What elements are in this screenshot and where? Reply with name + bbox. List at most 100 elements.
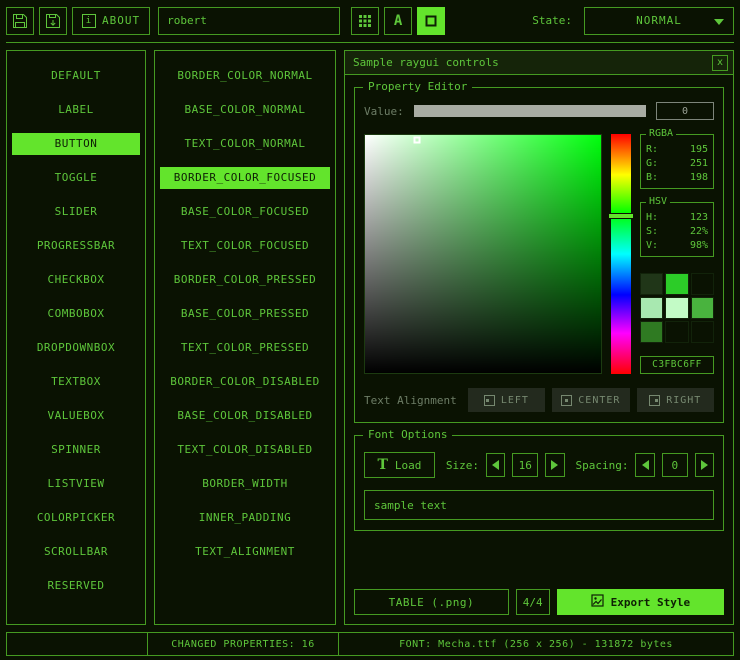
state-dropdown[interactable]: NORMAL — [584, 7, 734, 35]
save-style-button[interactable] — [39, 7, 67, 35]
floppy-disk-icon — [12, 13, 28, 29]
red-value: 195 — [690, 143, 708, 157]
property-item-text_color_focused[interactable]: TEXT_COLOR_FOCUSED — [160, 235, 330, 257]
size-value-box[interactable]: 16 — [512, 453, 538, 477]
state-group: State: NORMAL — [532, 7, 734, 35]
palette-swatch-0[interactable] — [640, 273, 663, 295]
style-name-input[interactable] — [158, 7, 340, 35]
hex-value-box[interactable]: C3FBC6FF — [640, 356, 714, 374]
hue-slider-handle[interactable] — [608, 213, 634, 219]
rgba-title: RGBA — [646, 128, 676, 139]
control-item-reserved[interactable]: RESERVED — [12, 575, 140, 597]
property-item-border_color_pressed[interactable]: BORDER_COLOR_PRESSED — [160, 269, 330, 291]
saturation-value-row: S: 22% — [646, 225, 708, 239]
value-box[interactable]: 0 — [656, 102, 714, 120]
property-item-text_alignment[interactable]: TEXT_ALIGNMENT — [160, 541, 330, 563]
property-item-text_color_pressed[interactable]: TEXT_COLOR_PRESSED — [160, 337, 330, 359]
property-item-base_color_normal[interactable]: BASE_COLOR_NORMAL — [160, 99, 330, 121]
palette-swatch-7[interactable] — [665, 321, 688, 343]
property-item-base_color_disabled[interactable]: BASE_COLOR_DISABLED — [160, 405, 330, 427]
close-button[interactable]: x — [712, 55, 728, 71]
spacing-value-box[interactable]: 0 — [662, 453, 688, 477]
font-atlas-view-button[interactable]: A — [384, 7, 412, 35]
sample-controls-window: Sample raygui controls x Property Editor… — [344, 50, 734, 625]
control-item-valuebox[interactable]: VALUEBOX — [12, 405, 140, 427]
property-item-inner_padding[interactable]: INNER_PADDING — [160, 507, 330, 529]
toolbar: i ABOUT A — [6, 6, 734, 43]
control-item-button[interactable]: BUTTON — [12, 133, 140, 155]
control-item-textbox[interactable]: TEXTBOX — [12, 371, 140, 393]
align-left-label: LEFT — [501, 395, 529, 406]
palette-swatch-1[interactable] — [665, 273, 688, 295]
font-load-button[interactable]: T Load — [364, 452, 435, 478]
property-item-text_color_normal[interactable]: TEXT_COLOR_NORMAL — [160, 133, 330, 155]
control-item-dropdownbox[interactable]: DROPDOWNBOX — [12, 337, 140, 359]
palette-swatch-6[interactable] — [640, 321, 663, 343]
size-value-text: 16 — [519, 459, 532, 472]
size-decrement-button[interactable] — [486, 453, 505, 477]
palette-swatch-8[interactable] — [691, 321, 714, 343]
grid-icon — [358, 14, 372, 28]
green-value: 251 — [690, 157, 708, 171]
palette-swatch-4[interactable] — [665, 297, 688, 319]
style-table-view-button[interactable] — [351, 7, 379, 35]
control-item-label[interactable]: LABEL — [12, 99, 140, 121]
pages-value-text: 4/4 — [523, 596, 543, 609]
export-style-button[interactable]: Export Style — [557, 589, 724, 615]
property-item-border_color_normal[interactable]: BORDER_COLOR_NORMAL — [160, 65, 330, 87]
value-slider[interactable] — [414, 105, 646, 117]
color-panel[interactable] — [364, 134, 602, 374]
control-item-progressbar[interactable]: PROGRESSBAR — [12, 235, 140, 257]
spacing-value-text: 0 — [671, 459, 678, 472]
text-alignment-label: Text Alignment — [364, 394, 457, 407]
color-info-column: RGBA R: 195 G: 251 B: 198 — [640, 134, 714, 374]
palette-swatch-2[interactable] — [691, 273, 714, 295]
color-panel-cursor[interactable] — [413, 136, 420, 143]
green-value-row: G: 251 — [646, 157, 708, 171]
about-button[interactable]: i ABOUT — [72, 7, 150, 35]
spacing-increment-button[interactable] — [695, 453, 714, 477]
statusbar: CHANGED PROPERTIES: 16 FONT: Mecha.ttf (… — [6, 632, 734, 656]
controls-view-button[interactable] — [417, 7, 445, 35]
load-style-button[interactable] — [6, 7, 34, 35]
align-left-button[interactable]: LEFT — [468, 388, 545, 412]
control-item-default[interactable]: DEFAULT — [12, 65, 140, 87]
property-item-border_width[interactable]: BORDER_WIDTH — [160, 473, 330, 495]
window-titlebar[interactable]: Sample raygui controls x — [345, 51, 733, 75]
align-center-label: CENTER — [578, 395, 620, 406]
align-center-icon — [561, 395, 572, 406]
control-item-toggle[interactable]: TOGGLE — [12, 167, 140, 189]
control-item-checkbox[interactable]: CHECKBOX — [12, 269, 140, 291]
changed-properties-status: CHANGED PROPERTIES: 16 — [147, 632, 339, 656]
property-item-border_color_focused[interactable]: BORDER_COLOR_FOCUSED — [160, 167, 330, 189]
chevron-left-icon — [492, 460, 499, 470]
control-item-combobox[interactable]: COMBOBOX — [12, 303, 140, 325]
close-icon: x — [717, 58, 723, 68]
property-item-base_color_focused[interactable]: BASE_COLOR_FOCUSED — [160, 201, 330, 223]
hue-slider[interactable] — [611, 134, 631, 374]
sample-text-input[interactable]: sample text — [364, 490, 714, 520]
property-item-text_color_disabled[interactable]: TEXT_COLOR_DISABLED — [160, 439, 330, 461]
property-item-border_color_disabled[interactable]: BORDER_COLOR_DISABLED — [160, 371, 330, 393]
align-right-button[interactable]: RIGHT — [637, 388, 714, 412]
red-label: R: — [646, 143, 658, 157]
palette-swatch-5[interactable] — [691, 297, 714, 319]
property-item-base_color_pressed[interactable]: BASE_COLOR_PRESSED — [160, 303, 330, 325]
control-item-slider[interactable]: SLIDER — [12, 201, 140, 223]
hsv-title: HSV — [646, 196, 670, 207]
chevron-down-icon — [714, 19, 724, 25]
alignment-buttons-group: LEFT CENTER RIGHT — [468, 388, 714, 412]
size-increment-button[interactable] — [545, 453, 564, 477]
control-item-scrollbar[interactable]: SCROLLBAR — [12, 541, 140, 563]
export-format-dropdown[interactable]: TABLE (.png) — [354, 589, 509, 615]
status-segment-empty — [6, 632, 148, 656]
font-options-group: Font Options T Load Size: 16 — [354, 435, 724, 531]
pages-value-box[interactable]: 4/4 — [516, 589, 550, 615]
spacing-decrement-button[interactable] — [635, 453, 654, 477]
align-center-button[interactable]: CENTER — [552, 388, 629, 412]
palette-swatch-3[interactable] — [640, 297, 663, 319]
control-item-spinner[interactable]: SPINNER — [12, 439, 140, 461]
control-item-colorpicker[interactable]: COLORPICKER — [12, 507, 140, 529]
control-item-listview[interactable]: LISTVIEW — [12, 473, 140, 495]
rgba-group: RGBA R: 195 G: 251 B: 198 — [640, 134, 714, 189]
